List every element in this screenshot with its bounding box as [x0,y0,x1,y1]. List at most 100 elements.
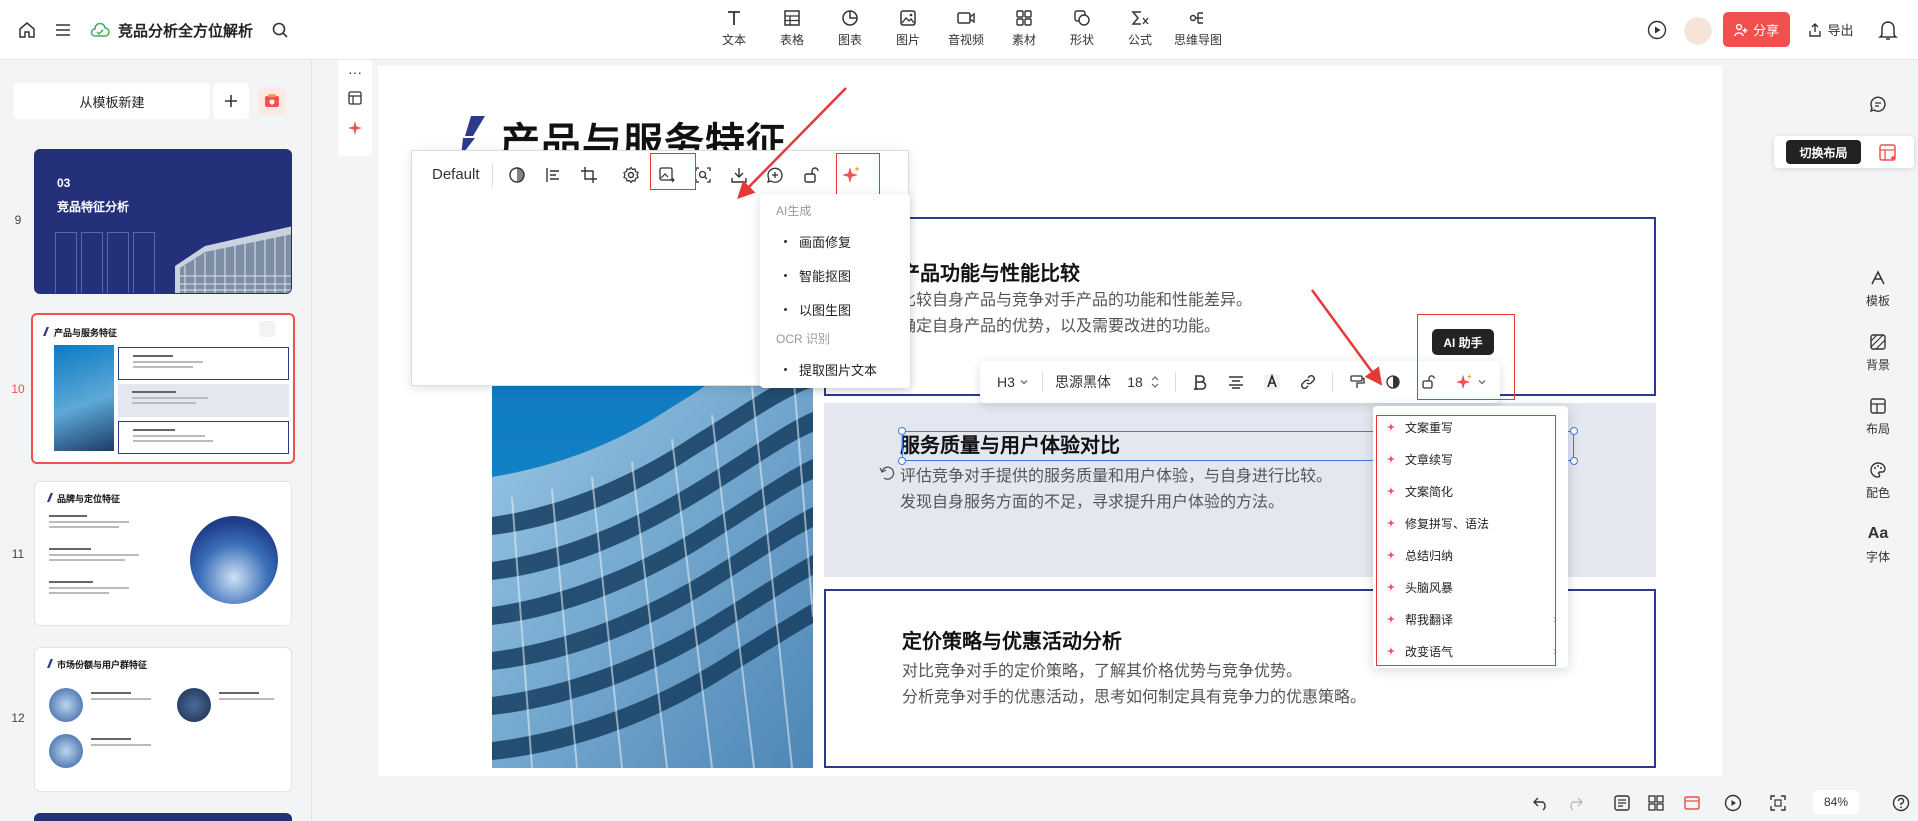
new-from-template-button[interactable]: 从模板新建 [14,83,210,119]
format-painter-icon [1350,375,1365,388]
shape-icon [1074,10,1090,26]
export-button[interactable]: 导出 [1800,12,1862,47]
box-description[interactable]: 评估竞争对手提供的服务质量和用户体验，与自身进行比较。 发现自身服务方面的不足，… [900,464,1332,516]
image-comment-button[interactable] [757,157,793,193]
bell-icon[interactable] [1878,19,1898,41]
present-icon[interactable] [1722,792,1744,814]
document-title[interactable]: 竞品分析全方位解析 [118,20,253,41]
notes-icon[interactable] [1611,792,1633,814]
palette-icon [1870,462,1886,478]
material-icon [1016,10,1032,26]
slide-panel: 从模板新建 9 03 竞品特征分析 10 产品与服务特征 11 品牌与定位特征 … [0,61,312,821]
image-download-button[interactable] [721,157,757,193]
slide-thumbnail-10[interactable]: 产品与服务特征 [31,313,295,464]
align-button[interactable] [1218,361,1254,403]
image-lock-button[interactable] [793,157,829,193]
grid-view-icon[interactable] [1645,792,1667,814]
add-slide-button[interactable] [213,83,249,119]
thumb-box [118,384,289,417]
menu-item-inpaint[interactable]: 画面修复 [784,232,851,251]
box-title[interactable]: 产品功能与性能比较 [900,257,1080,286]
thumb-pin-icon[interactable] [259,321,275,337]
annotation-highlight [1376,415,1556,666]
slide-thumbnail-9[interactable]: 03 竞品特征分析 [34,149,292,294]
resize-handle[interactable] [1570,457,1578,465]
annotation-highlight [836,153,880,195]
template-library-button[interactable] [258,87,286,115]
slide-thumbnail-12[interactable]: 市场份额与用户群特征 [34,647,292,792]
bold-button[interactable] [1182,361,1218,403]
tool-mindmap[interactable]: 思维导图 [1169,8,1227,48]
redo-icon[interactable] [1564,792,1586,814]
heading-select[interactable]: H3 [990,361,1036,403]
image-align-button[interactable] [535,157,571,193]
image-crop-button[interactable] [571,157,607,193]
tool-text[interactable]: 文本 [705,8,763,48]
play-icon[interactable] [1647,20,1667,40]
tool-material[interactable]: 素材 [995,8,1053,48]
font-size-stepper[interactable]: 18 [1117,361,1169,403]
zoom-level[interactable]: 84% [1813,790,1859,814]
rail-background[interactable]: 背景 [1838,332,1918,373]
more-icon[interactable]: ··· [348,65,362,79]
comment-icon[interactable] [1868,94,1888,114]
video-icon [957,12,975,24]
resize-handle[interactable] [898,427,906,435]
menu-item-extract-text[interactable]: 提取图片文本 [784,360,877,379]
share-button[interactable]: 分享 [1723,12,1790,47]
menu-icon[interactable] [54,21,72,39]
rail-colors[interactable]: 配色 [1838,460,1918,501]
help-icon[interactable] [1890,792,1912,814]
switch-layout-icon[interactable] [1878,143,1898,163]
thumb-box [118,347,289,380]
tool-chart[interactable]: 图表 [821,8,879,48]
rotate-icon[interactable] [878,464,896,482]
crop-icon [580,167,597,183]
thumb-title: 竞品特征分析 [57,200,130,214]
annotation-highlight [650,153,696,190]
resize-handle[interactable] [898,457,906,465]
canvas-mini-toolbar: ··· [338,60,372,156]
box-description[interactable]: 比较自身产品与竞争对手产品的功能和性能差异。 确定自身产品的优势，以及需要改进的… [900,288,1252,340]
plus-icon [225,95,237,107]
rail-layout[interactable]: 布局 [1838,396,1918,437]
box-title[interactable]: 定价策略与优惠活动分析 [902,625,1122,654]
menu-item-image-to-image[interactable]: 以图生图 [784,300,851,319]
link-button[interactable] [1290,361,1326,403]
menu-item-smart-cutout[interactable]: 智能抠图 [784,266,851,285]
more-style-button[interactable] [1375,361,1411,403]
rail-template[interactable]: 模板 [1838,268,1918,309]
tool-formula[interactable]: 公式 [1111,8,1169,48]
slide-thumbnail-13[interactable] [34,813,292,821]
undo-icon[interactable] [1530,792,1552,814]
image-toolbar: Default [422,157,869,193]
box-description[interactable]: 对比竞争对手的定价策略，了解其价格优势与竞争优势。 分析竞争对手的优惠活动，思考… [902,659,1366,711]
align-center-icon [1229,376,1243,389]
text-color-button[interactable] [1254,361,1290,403]
tool-video[interactable]: 音视频 [937,8,995,48]
search-icon[interactable] [271,21,289,39]
slide-thumbnail-11[interactable]: 品牌与定位特征 [34,481,292,626]
ai-sparkle-icon[interactable] [347,120,363,136]
tool-shape[interactable]: 形状 [1053,8,1111,48]
home-icon[interactable] [18,21,36,39]
annotation-highlight [1417,314,1515,400]
thumb-image [54,345,114,451]
format-painter-button[interactable] [1339,361,1375,403]
tool-table[interactable]: 表格 [763,8,821,48]
font-family-select[interactable]: 思源黑体 [1049,361,1117,403]
avatar[interactable] [1684,17,1712,45]
image-style-select[interactable]: Default [422,163,493,187]
slide-number: 9 [14,213,22,227]
normal-view-icon[interactable] [1681,792,1703,814]
resize-handle[interactable] [1570,427,1578,435]
image-settings-button[interactable] [613,157,649,193]
stepper-icon [1151,376,1159,388]
image-filter-button[interactable] [499,157,535,193]
template-icon [1871,270,1885,285]
table-icon [784,10,800,26]
fit-screen-icon[interactable] [1767,792,1789,814]
layout-panel-icon[interactable] [347,90,363,106]
tool-image[interactable]: 图片 [879,8,937,48]
rail-font[interactable]: Aa 字体 [1838,524,1918,565]
